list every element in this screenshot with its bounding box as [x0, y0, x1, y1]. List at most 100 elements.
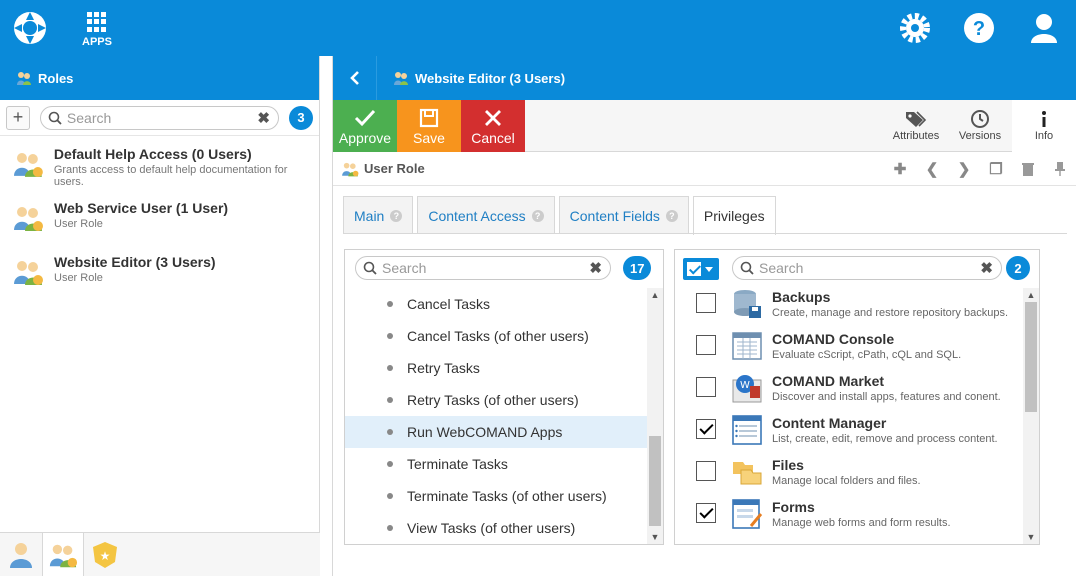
- roles-tab[interactable]: [42, 533, 84, 576]
- apps-grid-icon: [87, 12, 107, 32]
- privileges-search[interactable]: Search ✖: [355, 256, 611, 280]
- console-icon: [732, 332, 762, 360]
- comand-logo-icon[interactable]: [12, 10, 48, 46]
- back-button[interactable]: [333, 56, 377, 100]
- tab-content-access-label: Content Access: [428, 207, 526, 224]
- roles-search[interactable]: Search ✖: [39, 105, 279, 130]
- scroll-up-icon[interactable]: ▲: [647, 288, 663, 302]
- market-icon: W: [732, 375, 762, 403]
- list-item[interactable]: Terminate Tasks: [345, 448, 663, 480]
- previous-icon[interactable]: ❮: [916, 152, 948, 186]
- checkmark-icon: [354, 109, 376, 127]
- tab-main[interactable]: Main?: [343, 196, 414, 234]
- roles-icon: [17, 72, 31, 85]
- help-icon[interactable]: ?: [962, 11, 996, 45]
- list-item-label: Terminate Tasks (of other users): [407, 488, 607, 504]
- database-icon: [734, 290, 761, 318]
- role-name: Web Service User (1 User): [54, 200, 229, 216]
- app-name: COMAND Market: [772, 373, 885, 389]
- app-checkbox[interactable]: [696, 293, 716, 313]
- app-description: Create, manage and restore repository ba…: [772, 307, 1009, 319]
- chevron-left-icon: [349, 71, 359, 85]
- apps-scrollbar[interactable]: ▲ ▼: [1023, 288, 1039, 544]
- role-description: Grants access to default help documentat…: [53, 164, 288, 188]
- scroll-thumb[interactable]: [1025, 302, 1037, 412]
- app-description: Manage web forms and form results.: [772, 517, 951, 529]
- help-icon[interactable]: ?: [531, 209, 544, 222]
- copy-icon[interactable]: ❐: [980, 152, 1012, 186]
- list-item[interactable]: Terminate Tasks (of other users): [345, 480, 663, 512]
- scroll-thumb[interactable]: [649, 436, 661, 526]
- help-icon[interactable]: ?: [390, 209, 403, 222]
- action-bar: Approve Save Cancel Attributes Versions …: [333, 100, 1076, 152]
- save-button[interactable]: Save: [397, 100, 461, 152]
- clear-search-icon[interactable]: ✖: [257, 109, 270, 127]
- content-manager-icon: [732, 415, 762, 445]
- roles-search-placeholder: Search: [66, 109, 112, 126]
- scroll-down-icon[interactable]: ▼: [647, 530, 663, 544]
- apps-search-placeholder: Search: [759, 260, 804, 276]
- help-icon[interactable]: ?: [665, 209, 678, 222]
- list-item[interactable]: Retry Tasks (of other users): [345, 384, 663, 416]
- select-all-dropdown[interactable]: [683, 258, 719, 280]
- privileges-scrollbar[interactable]: ▲ ▼: [647, 288, 663, 544]
- attributes-button[interactable]: Attributes: [884, 100, 948, 152]
- attributes-label: Attributes: [892, 130, 940, 142]
- apps-search[interactable]: Search ✖: [732, 256, 1002, 280]
- privileges-count-badge: 17: [623, 256, 652, 280]
- list-item-selected[interactable]: Run WebCOMAND Apps: [345, 416, 663, 448]
- app-checkbox[interactable]: [696, 461, 716, 481]
- approve-button[interactable]: Approve: [333, 100, 397, 152]
- add-role-button[interactable]: +: [6, 105, 30, 130]
- apps-button[interactable]: APPS: [80, 12, 114, 48]
- app-description: List, create, edit, remove and process c…: [772, 433, 998, 445]
- app-checkbox-checked[interactable]: [696, 503, 716, 523]
- role-item[interactable]: Website Editor (3 Users) User Role: [0, 244, 319, 298]
- scroll-down-icon[interactable]: ▼: [1023, 530, 1039, 544]
- apps-list-pane: Search ✖ 2 Backups Create, manage and re…: [674, 249, 1040, 545]
- roles-header: Roles: [0, 56, 319, 100]
- privileges-list-pane: Search ✖ 17 Cancel Tasks Cancel Tasks (o…: [344, 249, 664, 545]
- versions-button[interactable]: Versions: [948, 100, 1012, 152]
- editor-title: Website Editor (3 Users): [415, 70, 566, 86]
- list-item[interactable]: Retry Tasks: [345, 352, 663, 384]
- users-tab[interactable]: [0, 533, 42, 576]
- svg-text:W: W: [740, 380, 750, 391]
- badges-tab[interactable]: ★: [84, 533, 126, 576]
- role-item[interactable]: Web Service User (1 User) User Role: [0, 190, 319, 244]
- cancel-button[interactable]: Cancel: [461, 100, 525, 152]
- user-icon: [10, 543, 32, 568]
- clear-search-icon[interactable]: ✖: [589, 259, 602, 277]
- role-item[interactable]: Default Help Access (0 Users) Grants acc…: [0, 136, 319, 190]
- settings-icon[interactable]: [898, 11, 932, 45]
- clear-search-icon[interactable]: ✖: [980, 259, 993, 277]
- app-checkbox[interactable]: [696, 377, 716, 397]
- next-icon[interactable]: ❯: [948, 152, 980, 186]
- form-icon: [732, 499, 763, 529]
- app-row[interactable]: Backups Create, manage and restore repos…: [675, 288, 1039, 330]
- tab-privileges[interactable]: Privileges: [692, 196, 776, 235]
- apps-label: APPS: [82, 36, 112, 48]
- app-row[interactable]: Forms Manage web forms and form results.: [675, 498, 1039, 540]
- app-row[interactable]: Content Manager List, create, edit, remo…: [675, 414, 1039, 456]
- tab-content-access[interactable]: Content Access?: [417, 196, 555, 234]
- roles-toolbar: + Search ✖ 3: [0, 100, 319, 136]
- app-checkbox[interactable]: [696, 335, 716, 355]
- list-item-label: Retry Tasks (of other users): [407, 392, 579, 408]
- info-button[interactable]: Info: [1012, 100, 1076, 152]
- app-checkbox-checked[interactable]: [696, 419, 716, 439]
- app-row[interactable]: W COMAND Market Discover and install app…: [675, 372, 1039, 414]
- delete-icon[interactable]: [1012, 152, 1044, 186]
- app-row[interactable]: COMAND Console Evaluate cScript, cPath, …: [675, 330, 1039, 372]
- app-row[interactable]: Files Manage local folders and files.: [675, 456, 1039, 498]
- list-item[interactable]: Cancel Tasks (of other users): [345, 320, 663, 352]
- tab-content-fields[interactable]: Content Fields?: [558, 196, 689, 234]
- list-item[interactable]: Cancel Tasks: [345, 288, 663, 320]
- role-name: Default Help Access (0 Users): [53, 146, 252, 162]
- add-icon[interactable]: ✚: [884, 152, 916, 186]
- list-item[interactable]: View Tasks (of other users): [345, 512, 663, 544]
- user-icon[interactable]: [1027, 11, 1061, 45]
- scroll-up-icon[interactable]: ▲: [1023, 288, 1039, 302]
- bullet-icon: [387, 301, 393, 307]
- pin-icon[interactable]: [1044, 152, 1076, 186]
